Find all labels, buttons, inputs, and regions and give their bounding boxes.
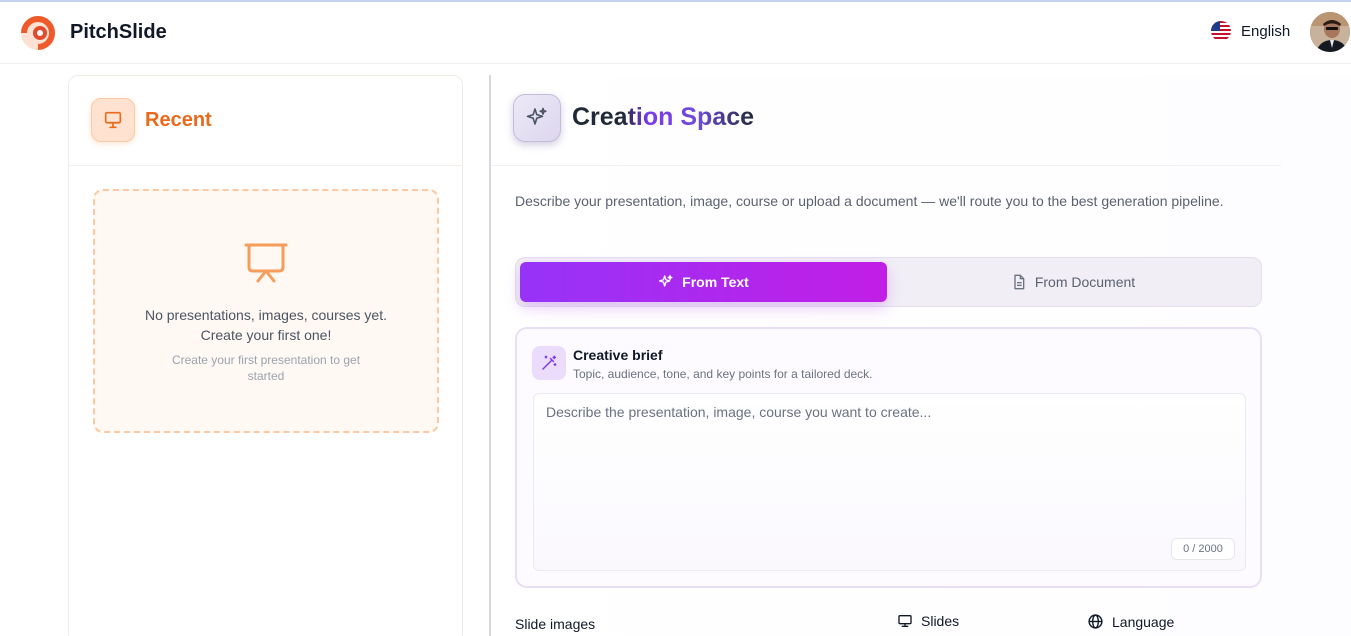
presentation-icon bbox=[898, 615, 912, 627]
user-avatar[interactable] bbox=[1310, 12, 1350, 52]
tab-from-document[interactable]: From Document bbox=[887, 262, 1259, 302]
sparkles-icon bbox=[513, 94, 561, 142]
brief-textarea[interactable] bbox=[533, 393, 1246, 571]
creation-description: Describe your presentation, image, cours… bbox=[515, 193, 1224, 209]
brief-title: Creative brief bbox=[573, 347, 663, 363]
tab-from-text-label: From Text bbox=[682, 274, 749, 290]
language-option[interactable]: Language bbox=[1087, 613, 1174, 630]
globe-icon bbox=[1088, 614, 1103, 629]
recent-panel: Recent No presentations, images, courses… bbox=[68, 75, 463, 636]
language-label: English bbox=[1241, 22, 1291, 40]
slide-images-text: Slide images bbox=[515, 616, 596, 632]
magic-wand-icon bbox=[532, 346, 566, 380]
tab-from-text[interactable]: From Text bbox=[520, 262, 887, 302]
sparkles-icon bbox=[659, 275, 673, 287]
app-header: PitchSlide English bbox=[0, 2, 1351, 64]
tab-from-document-label: From Document bbox=[1034, 274, 1136, 290]
header-divider bbox=[491, 165, 1281, 166]
recent-empty-state: No presentations, images, courses yet. C… bbox=[93, 189, 439, 433]
us-flag-icon bbox=[1211, 21, 1231, 41]
creative-brief-card: Creative brief Topic, audience, tone, an… bbox=[515, 327, 1262, 588]
language-selector[interactable]: English bbox=[1211, 21, 1290, 41]
recent-title: Recent bbox=[145, 109, 212, 131]
creation-space-panel: Creation Space Describe your presentatio… bbox=[491, 75, 1351, 636]
app-name[interactable]: PitchSlide bbox=[70, 21, 167, 44]
creation-space-title: Creation Space bbox=[572, 103, 755, 131]
document-icon bbox=[1014, 274, 1025, 290]
slides-label: Slides bbox=[921, 613, 960, 629]
slides-option[interactable]: Slides bbox=[897, 613, 959, 629]
avatar-photo-icon bbox=[1310, 12, 1350, 52]
slide-images-label: Slide images bbox=[515, 616, 595, 632]
brief-subtitle: Topic, audience, tone, and key points fo… bbox=[573, 367, 873, 381]
character-counter: 0 / 2000 bbox=[1171, 538, 1235, 560]
presentation-icon bbox=[91, 98, 135, 142]
presentation-board-icon bbox=[244, 243, 288, 283]
empty-state-title: No presentations, images, courses yet. C… bbox=[144, 307, 387, 343]
language-option-label: Language bbox=[1112, 613, 1175, 630]
empty-state-subtitle: Create your first presentation to get st… bbox=[171, 353, 361, 383]
pitchslide-logo-icon[interactable] bbox=[18, 13, 58, 53]
recent-header: Recent bbox=[69, 76, 462, 166]
input-mode-tabs: From Text From Document bbox=[515, 257, 1262, 307]
